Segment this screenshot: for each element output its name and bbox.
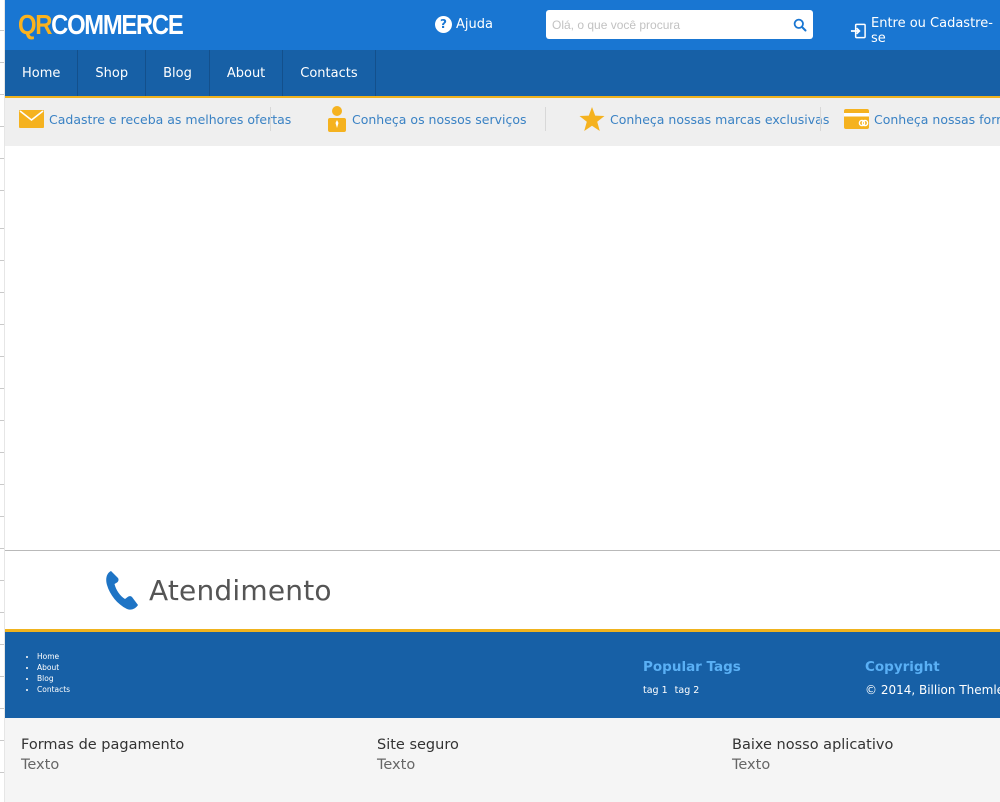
payment-methods-text: Texto [21, 757, 60, 773]
download-app-title: Baixe nosso aplicativo [732, 737, 894, 753]
top-header: QRCOMMERCE ? Ajuda Entre ou Cadastre-se [5, 0, 1000, 50]
nav-item-blog[interactable]: Blog [146, 50, 210, 96]
main-nav: Home Shop Blog About Contacts [5, 50, 1000, 98]
strip-item-payment[interactable]: Conheça nossas formas de pagamento [844, 98, 1000, 140]
footer-link-blog[interactable]: Blog [37, 673, 70, 684]
phone-icon [106, 571, 138, 610]
login-label: Entre ou Cadastre-se [870, 16, 993, 46]
contact-section: Atendimento [105, 570, 332, 610]
strip-item-services[interactable]: Conheça os nossos serviços [327, 98, 527, 140]
footer-links: Home About Blog Contacts [26, 651, 70, 695]
logo-commerce: COMMERCE [51, 9, 184, 40]
strip-label-payment: Conheça nossas formas de pagamento [874, 111, 1000, 127]
strip-divider [820, 107, 821, 131]
star-icon [579, 106, 605, 131]
download-app-block: Baixe nosso aplicativo Texto [732, 737, 893, 773]
main-content [5, 146, 1000, 550]
popular-tags-title: Popular Tags [643, 659, 741, 675]
download-app-text: Texto [732, 757, 771, 773]
popular-tags-list: tag 1 tag 2 [643, 685, 703, 696]
footer-link-contacts[interactable]: Contacts [37, 684, 70, 695]
help-label: Ajuda [456, 17, 493, 32]
contact-title: Atendimento [149, 573, 332, 607]
copyright-text: © 2014, Billion Themler [865, 683, 1000, 697]
login-link[interactable]: Entre ou Cadastre-se [850, 16, 1000, 46]
logo[interactable]: QRCOMMERCE [18, 8, 184, 42]
card-icon [844, 109, 869, 129]
footer-link-about[interactable]: About [37, 662, 70, 673]
search-box [546, 10, 813, 39]
strip-label-services: Conheça os nossos serviços [352, 111, 527, 127]
logo-qr: QR [18, 9, 52, 40]
info-strip: Cadastre e receba as melhores ofertas Co… [5, 98, 1000, 146]
nav-item-about[interactable]: About [210, 50, 284, 96]
secure-site-text: Texto [377, 757, 416, 773]
secure-site-title: Site seguro [377, 737, 459, 753]
nav-item-shop[interactable]: Shop [78, 50, 147, 96]
bottom-info: Formas de pagamento Texto Site seguro Te… [5, 718, 1000, 802]
strip-item-brands[interactable]: Conheça nossas marcas exclusivas [579, 98, 829, 140]
nav-item-contacts[interactable]: Contacts [283, 50, 376, 96]
content-divider [5, 550, 1000, 551]
help-link[interactable]: ? Ajuda [435, 16, 493, 33]
copyright-title: Copyright [865, 659, 940, 675]
strip-label-offers: Cadastre e receba as melhores ofertas [49, 111, 292, 127]
search-icon[interactable] [793, 17, 807, 32]
payment-methods-title: Formas de pagamento [21, 737, 185, 753]
tag-link[interactable]: tag 2 [675, 685, 700, 696]
strip-divider [545, 107, 546, 131]
envelope-icon [19, 110, 44, 128]
nav-item-home[interactable]: Home [5, 50, 79, 96]
strip-label-brands: Conheça nossas marcas exclusivas [610, 111, 830, 127]
sign-in-icon [850, 23, 866, 39]
strip-divider [270, 107, 271, 131]
footer: Home About Blog Contacts Popular Tags ta… [5, 629, 1000, 718]
search-input[interactable] [546, 10, 781, 39]
strip-item-offers[interactable]: Cadastre e receba as melhores ofertas [19, 98, 291, 140]
help-icon: ? [435, 16, 452, 33]
footer-link-home[interactable]: Home [37, 651, 70, 662]
payment-methods-block: Formas de pagamento Texto [21, 737, 184, 773]
tag-link[interactable]: tag 1 [643, 685, 668, 696]
person-icon [328, 106, 346, 132]
secure-site-block: Site seguro Texto [377, 737, 459, 773]
